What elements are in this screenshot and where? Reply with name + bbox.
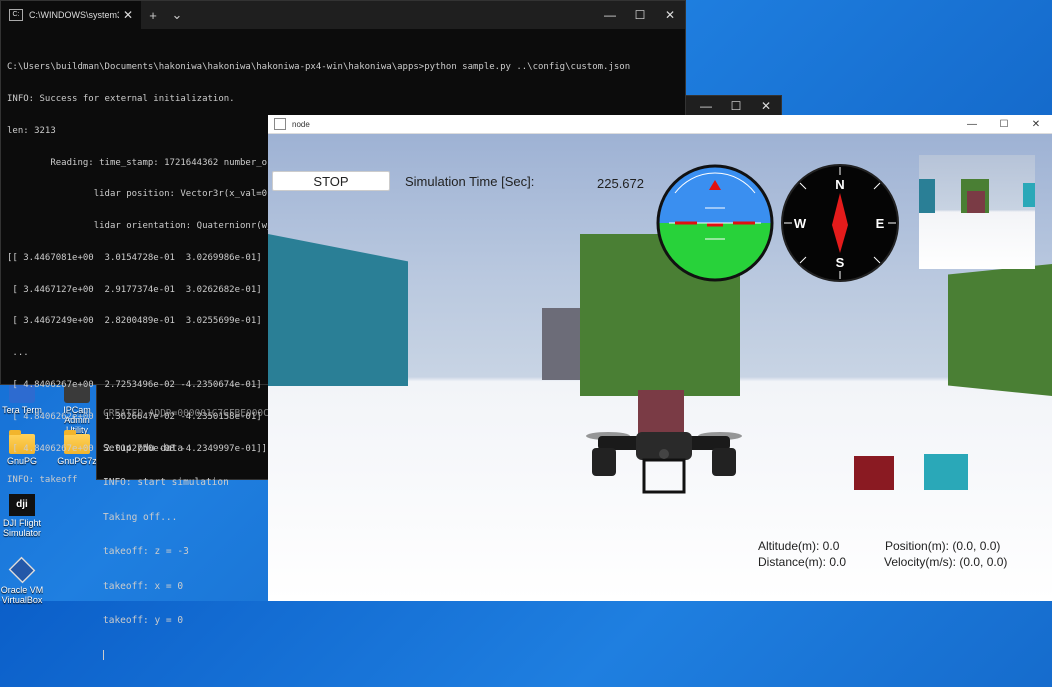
new-tab-icon[interactable]: + <box>141 8 165 23</box>
terminal-line: C:\Users\buildman\Documents\hakoniwa\hak… <box>7 62 631 73</box>
position-readout: Position(m): (0.0, 0.0) <box>885 539 1001 553</box>
terminal-line: takeoff: x = 0 <box>103 580 184 592</box>
3d-viewport[interactable]: STOP Simulation Time [Sec]: 225.672 N S … <box>268 134 1052 601</box>
chevron-down-icon[interactable]: ⌄ <box>165 7 189 23</box>
cyan-box <box>924 454 968 490</box>
camera-preview <box>919 155 1035 269</box>
close-icon[interactable]: ✕ <box>751 99 781 113</box>
app-icon <box>274 118 286 130</box>
sim-time-value: 225.672 <box>597 176 644 191</box>
attitude-indicator <box>656 164 774 282</box>
minimize-icon[interactable]: — <box>956 119 988 130</box>
minimize-icon[interactable]: — <box>691 99 721 113</box>
preview-teal-block <box>919 179 935 213</box>
teal-building <box>268 234 408 386</box>
distance-readout: Distance(m): 0.0 <box>758 555 847 569</box>
maximize-icon[interactable]: ☐ <box>721 99 751 113</box>
close-icon[interactable]: ✕ <box>655 8 685 22</box>
sim-time-label: Simulation Time [Sec]: <box>405 174 535 189</box>
simulation-window[interactable]: node — ☐ ✕ STOP Simulation Time [Sec]: 2… <box>268 115 1052 601</box>
maximize-icon[interactable]: ☐ <box>625 8 655 22</box>
stop-button[interactable]: STOP <box>272 171 390 191</box>
gray-building <box>542 308 582 380</box>
preview-cyan-block <box>1023 183 1035 207</box>
virtualbox-icon <box>8 556 36 584</box>
sim-window-title: node <box>292 119 310 129</box>
desktop-icon-virtualbox[interactable]: Oracle VM VirtualBox <box>0 556 44 605</box>
compass: N S W E <box>781 164 899 282</box>
preview-maroon-block <box>967 191 985 213</box>
terminal-line: INFO: Success for external initializatio… <box>7 93 235 104</box>
terminal-cursor <box>103 649 104 660</box>
terminal-line: takeoff: y = 0 <box>103 615 184 626</box>
compass-s: S <box>836 255 845 270</box>
compass-w: W <box>794 216 807 231</box>
tab-close-icon[interactable]: ✕ <box>123 8 133 22</box>
cmd-icon: C: <box>9 9 23 21</box>
red-box <box>854 456 894 490</box>
drone-model <box>586 432 742 494</box>
terminal-tab[interactable]: C: C:\WINDOWS\system32\cmd.e ✕ <box>1 1 141 29</box>
desktop-icon-label: DJI Flight Simulator <box>2 518 41 538</box>
compass-n: N <box>835 177 844 192</box>
terminal-line: Taking off... <box>103 511 178 523</box>
velocity-readout: Velocity(m/s): (0.0, 0.0) <box>884 555 1008 569</box>
altitude-readout: Altitude(m): 0.0 <box>758 539 840 553</box>
maximize-icon[interactable]: ☐ <box>988 119 1020 130</box>
sim-titlebar[interactable]: node — ☐ ✕ <box>268 115 1052 134</box>
terminal-titlebar[interactable]: C: C:\WINDOWS\system32\cmd.e ✕ + ⌄ — ☐ ✕ <box>1 1 685 29</box>
compass-e: E <box>876 216 885 231</box>
close-icon[interactable]: ✕ <box>1020 119 1052 130</box>
green-building-right <box>948 264 1052 396</box>
minimize-icon[interactable]: — <box>595 8 625 22</box>
tab-title: C:\WINDOWS\system32\cmd.e <box>29 10 119 20</box>
terminal-line: takeoff: z = -3 <box>103 546 189 557</box>
desktop-icon-label: Oracle VM VirtualBox <box>0 585 44 605</box>
